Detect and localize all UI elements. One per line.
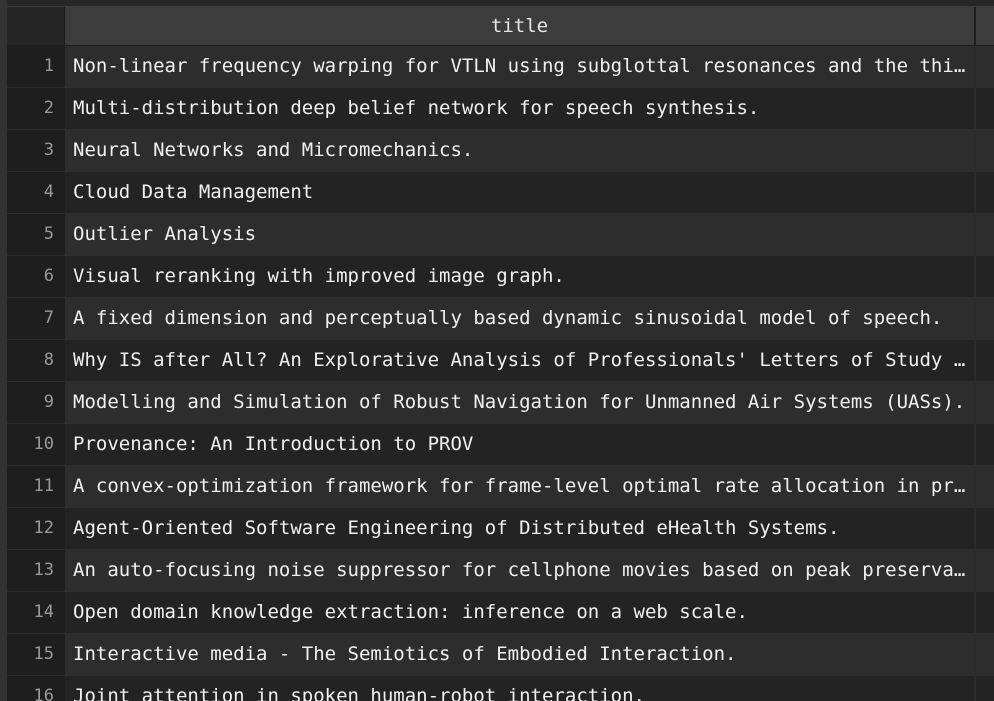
title-cell[interactable]: Multi-distribution deep belief network f… bbox=[65, 88, 976, 129]
title-cell[interactable]: A fixed dimension and perceptually based… bbox=[65, 298, 976, 339]
grid-top-border bbox=[7, 0, 994, 7]
table-body: 1 Non-linear frequency warping for VTLN u… bbox=[7, 46, 994, 701]
row-number: 9 bbox=[7, 382, 65, 423]
row-number: 8 bbox=[7, 340, 65, 381]
row-filler bbox=[976, 130, 994, 171]
table-row[interactable]: 12 Agent-Oriented Software Engineering of… bbox=[7, 508, 994, 550]
table-row[interactable]: 1 Non-linear frequency warping for VTLN u… bbox=[7, 46, 994, 88]
row-number: 12 bbox=[7, 508, 65, 549]
row-number: 16 bbox=[7, 676, 65, 701]
column-header-title[interactable]: title bbox=[65, 7, 976, 45]
row-number: 10 bbox=[7, 424, 65, 465]
row-filler bbox=[976, 298, 994, 339]
row-filler bbox=[976, 508, 994, 549]
header-filler bbox=[976, 7, 994, 45]
row-filler bbox=[976, 466, 994, 507]
row-filler bbox=[976, 382, 994, 423]
row-filler bbox=[976, 424, 994, 465]
title-cell[interactable]: Open domain knowledge extraction: infere… bbox=[65, 592, 976, 633]
row-number: 3 bbox=[7, 130, 65, 171]
table-row[interactable]: 11 A convex-optimization framework for fr… bbox=[7, 466, 994, 508]
table-row[interactable]: 13 An auto-focusing noise suppressor for … bbox=[7, 550, 994, 592]
table-row[interactable]: 5 Outlier Analysis bbox=[7, 214, 994, 256]
table-row[interactable]: 16 Joint attention in spoken human-robot … bbox=[7, 676, 994, 701]
row-number: 2 bbox=[7, 88, 65, 129]
row-number: 13 bbox=[7, 550, 65, 591]
row-filler bbox=[976, 214, 994, 255]
table-row[interactable]: 15 Interactive media - The Semiotics of E… bbox=[7, 634, 994, 676]
title-cell[interactable]: Cloud Data Management bbox=[65, 172, 976, 213]
row-filler bbox=[976, 256, 994, 297]
title-cell[interactable]: Neural Networks and Micromechanics. bbox=[65, 130, 976, 171]
data-grid: title 1 Non-linear frequency warping for … bbox=[0, 0, 994, 701]
table-row[interactable]: 8 Why IS after All? An Explorative Analys… bbox=[7, 340, 994, 382]
title-cell[interactable]: Agent-Oriented Software Engineering of D… bbox=[65, 508, 976, 549]
table-row[interactable]: 9 Modelling and Simulation of Robust Navi… bbox=[7, 382, 994, 424]
table-row[interactable]: 3 Neural Networks and Micromechanics. bbox=[7, 130, 994, 172]
row-filler bbox=[976, 676, 994, 701]
table-row[interactable]: 6 Visual reranking with improved image gr… bbox=[7, 256, 994, 298]
title-cell[interactable]: Visual reranking with improved image gra… bbox=[65, 256, 976, 297]
row-number-header[interactable] bbox=[7, 7, 65, 45]
row-filler bbox=[976, 634, 994, 675]
row-filler bbox=[976, 172, 994, 213]
table-row[interactable]: 2 Multi-distribution deep belief network … bbox=[7, 88, 994, 130]
table-row[interactable]: 10 Provenance: An Introduction to PROV bbox=[7, 424, 994, 466]
row-number: 5 bbox=[7, 214, 65, 255]
title-cell[interactable]: Interactive media - The Semiotics of Emb… bbox=[65, 634, 976, 675]
row-number: 7 bbox=[7, 298, 65, 339]
title-cell[interactable]: A convex-optimization framework for fram… bbox=[65, 466, 976, 507]
title-cell[interactable]: Joint attention in spoken human-robot in… bbox=[65, 676, 976, 701]
table-row[interactable]: 7A fixed dimension and perceptually base… bbox=[7, 298, 994, 340]
title-cell[interactable]: Provenance: An Introduction to PROV bbox=[65, 424, 976, 465]
grid-left-border bbox=[0, 0, 7, 701]
title-cell[interactable]: Non-linear frequency warping for VTLN us… bbox=[65, 46, 976, 87]
row-filler bbox=[976, 592, 994, 633]
row-filler bbox=[976, 46, 994, 87]
title-cell[interactable]: An auto-focusing noise suppressor for ce… bbox=[65, 550, 976, 591]
table-row[interactable]: 14 Open domain knowledge extraction: infe… bbox=[7, 592, 994, 634]
row-number: 15 bbox=[7, 634, 65, 675]
table-row[interactable]: 4 Cloud Data Management bbox=[7, 172, 994, 214]
title-cell[interactable]: Why IS after All? An Explorative Analysi… bbox=[65, 340, 976, 381]
header-row: title bbox=[7, 7, 994, 45]
row-filler bbox=[976, 550, 994, 591]
title-cell[interactable]: Outlier Analysis bbox=[65, 214, 976, 255]
row-number: 11 bbox=[7, 466, 65, 507]
row-number: 4 bbox=[7, 172, 65, 213]
row-number: 14 bbox=[7, 592, 65, 633]
row-filler bbox=[976, 88, 994, 129]
row-number: 1 bbox=[7, 46, 65, 87]
row-filler bbox=[976, 340, 994, 381]
title-cell[interactable]: Modelling and Simulation of Robust Navig… bbox=[65, 382, 976, 423]
row-number: 6 bbox=[7, 256, 65, 297]
